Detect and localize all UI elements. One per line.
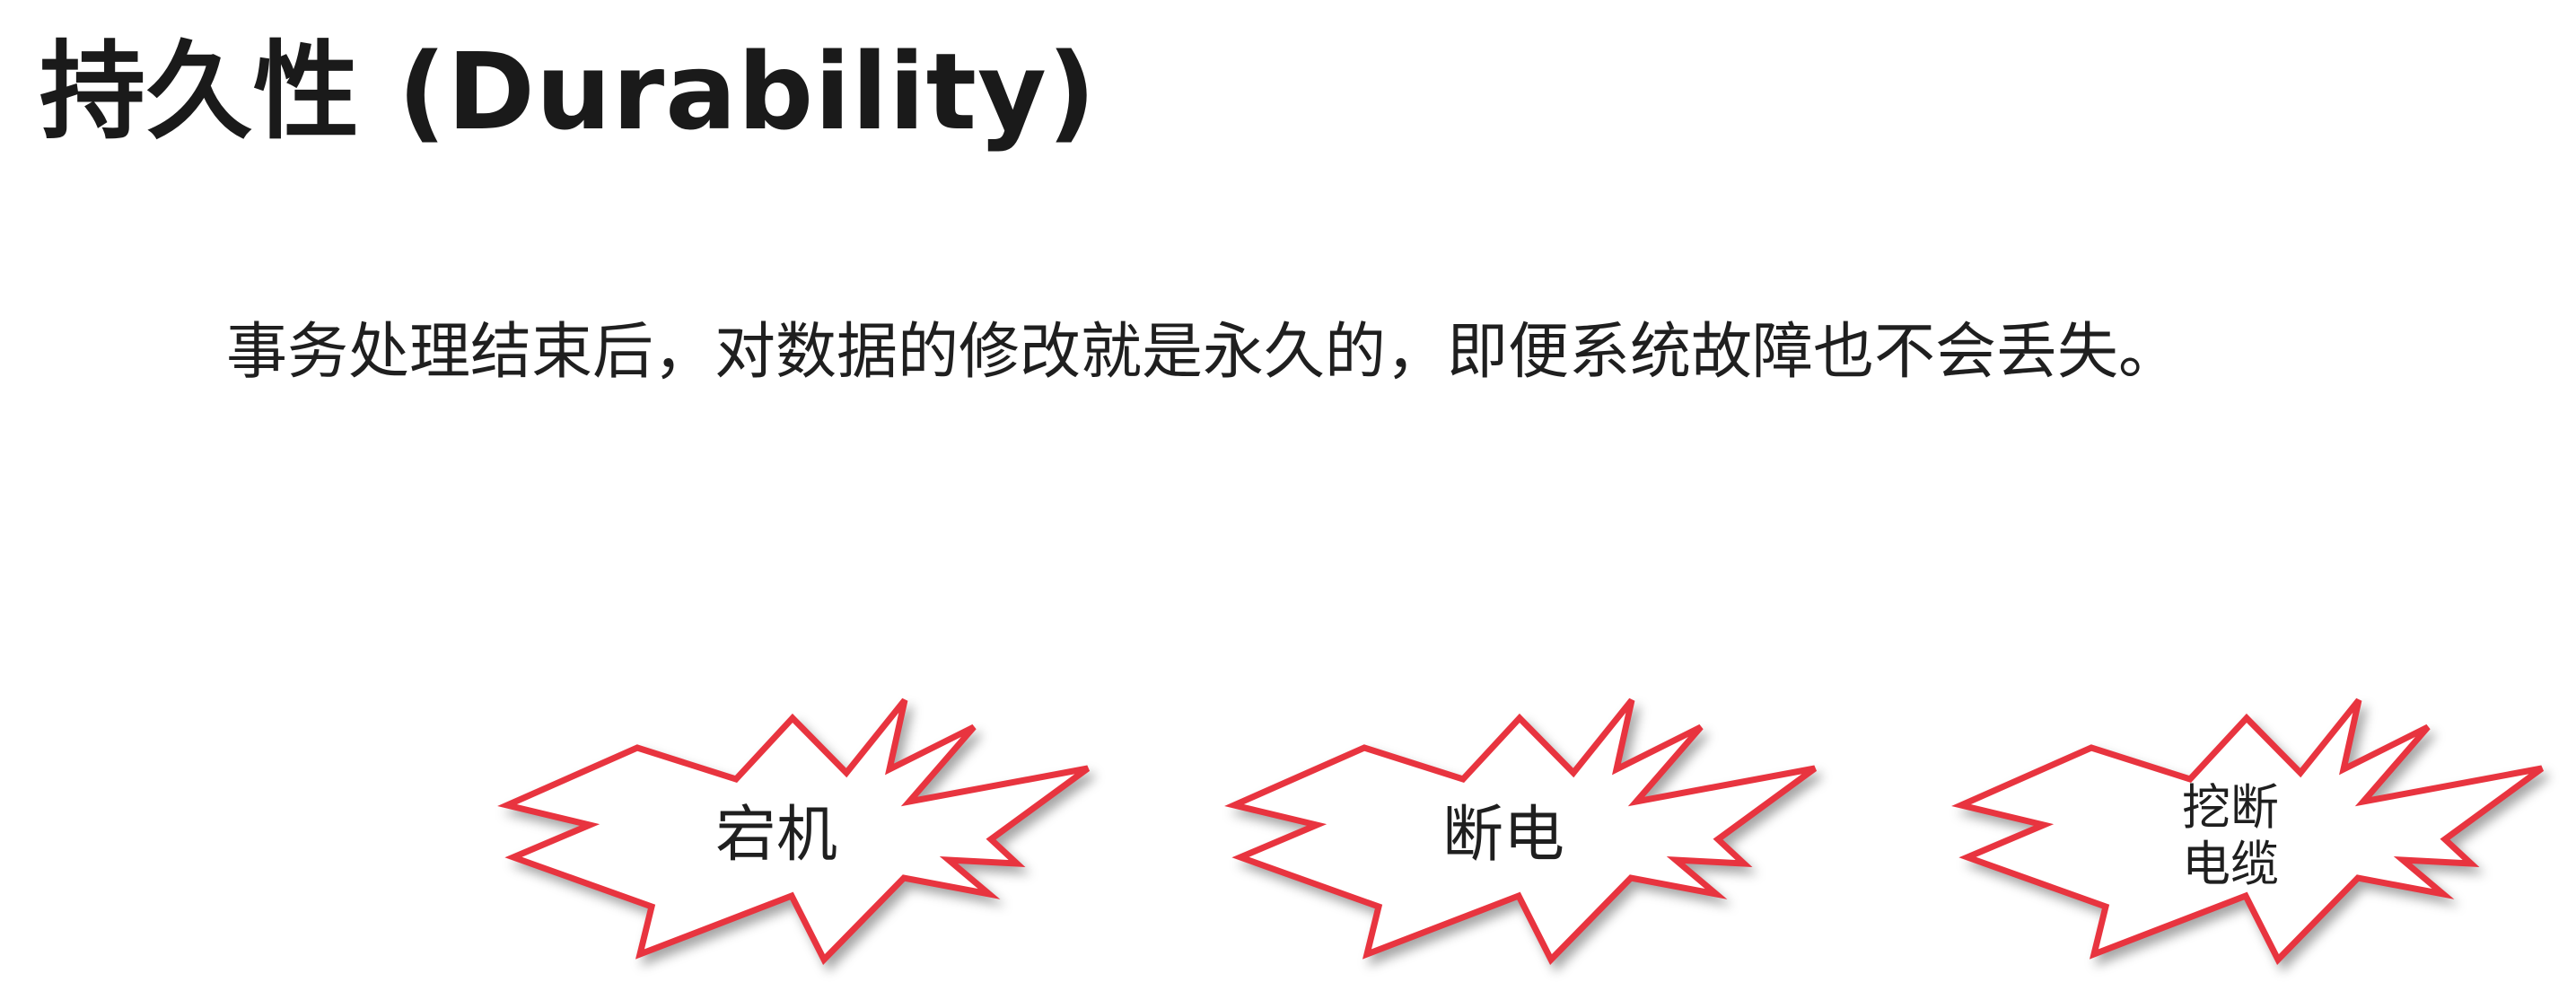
burst-crash-label: 宕机 [715,800,837,871]
burst-cable-cut-label-line2: 电缆 [2182,836,2279,892]
burst-crash: 宕机 [497,697,1091,965]
slide: 持久性 (Durability) 事务处理结束后，对数据的修改就是永久的，即便系… [0,0,2576,991]
burst-power-outage: 断电 [1224,697,1818,965]
burst-diagram: 宕机 断电 挖断 电缆 [497,697,2545,965]
burst-power-outage-label: 断电 [1442,800,1564,871]
burst-cable-cut: 挖断 电缆 [1951,697,2545,965]
burst-cable-cut-label-line1: 挖断 [2182,779,2279,836]
